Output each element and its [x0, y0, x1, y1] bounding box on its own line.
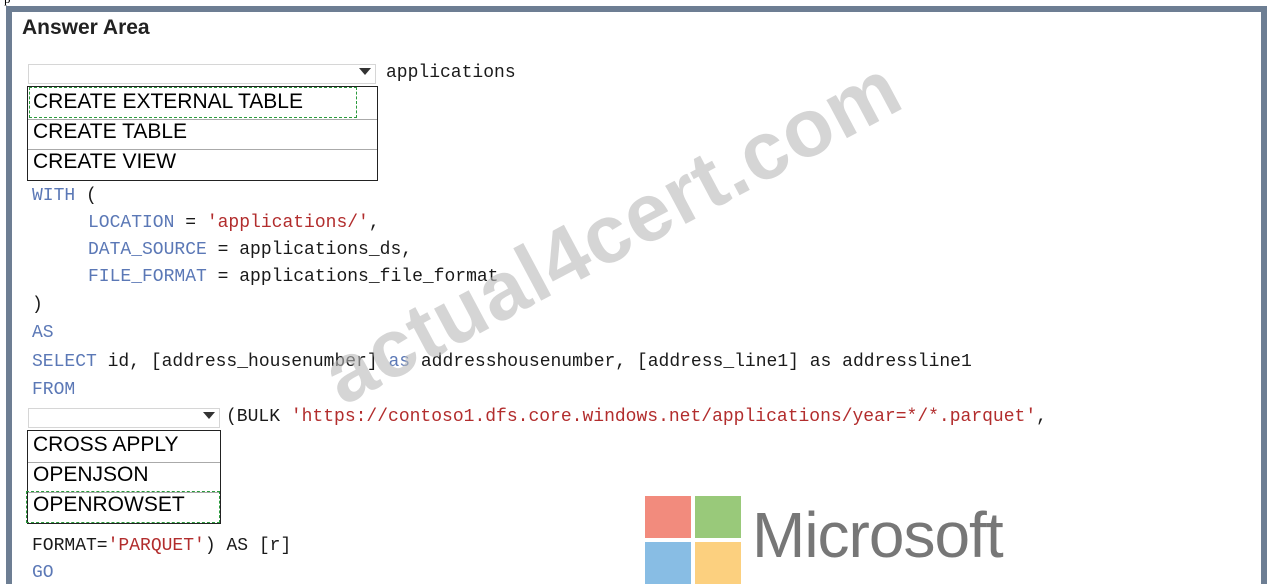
- chevron-down-icon: [203, 412, 215, 419]
- logo-square-green: [695, 496, 741, 538]
- selected-answer-marker: [29, 87, 357, 118]
- code-line-close-paren: ): [32, 295, 43, 315]
- page-title: Answer Area: [22, 16, 150, 39]
- option-openjson[interactable]: OPENJSON: [28, 463, 220, 492]
- code-line-with: WITH (: [32, 186, 97, 206]
- option-cross-apply[interactable]: CROSS APPLY: [28, 433, 220, 461]
- comma: ,: [1036, 407, 1047, 427]
- location-value: 'applications/': [206, 213, 369, 233]
- microsoft-wordmark: Microsoft: [752, 499, 1004, 571]
- microsoft-logo-icon: [645, 496, 741, 586]
- keyword-with: WITH: [32, 186, 76, 206]
- file-format-key: FILE_FORMAT: [88, 267, 207, 287]
- keyword-from: FROM: [32, 380, 76, 400]
- keyword-select: SELECT: [32, 352, 97, 372]
- selected-answer-marker: [26, 491, 220, 523]
- statement-type-dropdown[interactable]: [28, 64, 376, 84]
- code-line-location: LOCATION = 'applications/',: [88, 213, 380, 233]
- option-create-table[interactable]: CREATE TABLE: [28, 120, 377, 149]
- format-key: FORMAT=: [32, 536, 108, 556]
- keyword-go: GO: [32, 563, 54, 583]
- open-paren: (: [75, 186, 97, 206]
- rowset-function-dropdown[interactable]: [28, 408, 220, 428]
- select-columns-2: addresshousenumber, [address_line1] as a…: [410, 352, 972, 372]
- data-source-value: applications_ds,: [239, 240, 413, 260]
- location-key: LOCATION: [88, 213, 175, 233]
- logo-square-yellow: [695, 542, 741, 584]
- code-line-format: FORMAT='PARQUET') AS [r]: [32, 536, 291, 556]
- equals-sign: =: [206, 267, 240, 287]
- bulk-url: 'https://contoso1.dfs.core.windows.net/a…: [290, 407, 1037, 427]
- logo-square-blue: [645, 542, 691, 584]
- code-line-data-source: DATA_SOURCE = applications_ds,: [88, 240, 412, 260]
- chevron-down-icon: [359, 68, 371, 75]
- keyword-as: AS: [32, 323, 54, 343]
- dropdown1-after-text: applications: [386, 63, 516, 83]
- code-line-select: SELECT id, [address_housenumber] as addr…: [32, 352, 972, 372]
- equals-sign: =: [174, 213, 207, 233]
- equals-sign: =: [206, 240, 240, 260]
- data-source-key: DATA_SOURCE: [88, 240, 207, 260]
- format-value: 'PARQUET': [107, 536, 205, 556]
- comma: ,: [368, 213, 380, 233]
- format-rest: ) AS [r]: [204, 536, 292, 556]
- bulk-prefix: (BULK: [226, 407, 291, 427]
- option-create-view[interactable]: CREATE VIEW: [28, 150, 377, 179]
- logo-square-red: [645, 496, 691, 538]
